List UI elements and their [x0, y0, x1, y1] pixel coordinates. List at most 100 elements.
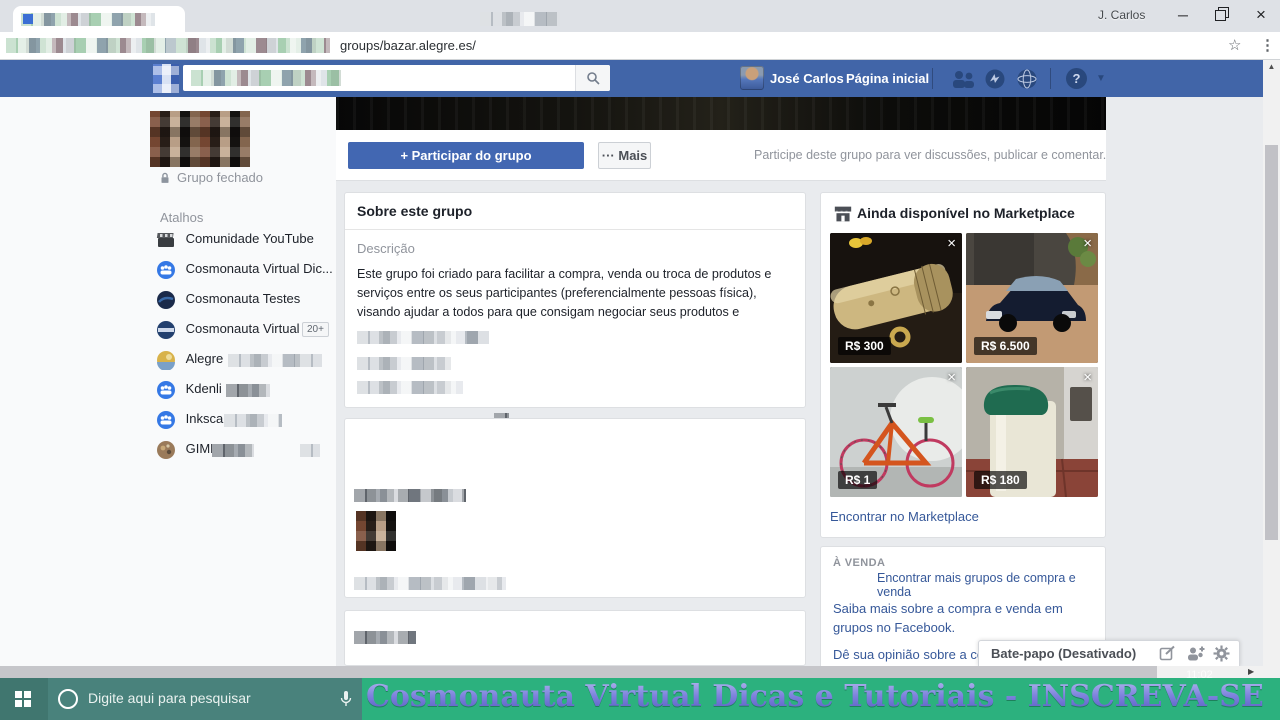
cortana-icon	[58, 689, 78, 709]
feedback-link[interactable]: Dê sua opinião sobre a com	[833, 647, 993, 662]
censored-text-line	[357, 357, 451, 370]
restore-icon-front	[1215, 10, 1226, 21]
sidebar-item-cosmonauta-virtual-dicas[interactable]: Cosmonauta Virtual Dic...	[156, 260, 333, 280]
sidebar-item-cosmonauta-testes[interactable]: Cosmonauta Testes	[156, 290, 300, 310]
taskbar-search-box[interactable]: Digite aqui para pesquisar	[48, 678, 362, 720]
censored-toolbar-items	[6, 38, 330, 53]
join-group-button[interactable]: + Participar do grupo	[348, 142, 584, 169]
bookmark-star-icon[interactable]: ☆	[1228, 36, 1241, 54]
storefront-icon	[834, 206, 852, 222]
minimize-button[interactable]: ─	[1166, 0, 1200, 30]
help-icon[interactable]: ?	[1066, 68, 1087, 89]
sidebar-item-label: Inksca	[185, 411, 224, 427]
sidebar-item-label: Comunidade YouTube	[185, 231, 314, 247]
censored-text-line	[357, 331, 489, 344]
url-text[interactable]: groups/bazar.alegre.es/	[340, 38, 476, 53]
search-icon	[587, 72, 600, 85]
sidebar-item-inkscape[interactable]: Inksca	[156, 410, 282, 430]
censored-block	[224, 414, 282, 427]
censored-search-text	[191, 70, 341, 86]
close-icon[interactable]: ×	[1083, 369, 1092, 386]
marketplace-item[interactable]: × R$ 1	[830, 367, 962, 497]
marketplace-card: Ainda disponível no Marketplace × R$ 300…	[820, 192, 1106, 538]
facebook-search-input[interactable]	[183, 65, 610, 91]
scroll-up-icon[interactable]: ▲	[1263, 62, 1280, 71]
windows-taskbar: Digite aqui para pesquisar Cosmonauta Vi…	[0, 678, 1280, 720]
start-button[interactable]	[0, 678, 48, 720]
marketplace-item[interactable]: × R$ 180	[966, 367, 1098, 497]
header-home-link[interactable]: Página inicial	[846, 71, 929, 86]
censored-text-line	[354, 631, 416, 644]
chat-bar[interactable]: Bate-papo (Desativado)	[978, 640, 1240, 666]
search-button[interactable]	[575, 65, 610, 91]
restore-button[interactable]	[1204, 0, 1238, 30]
censored-block	[228, 354, 302, 367]
description-text: Este grupo foi criado para facilitar a c…	[357, 267, 772, 319]
microphone-icon[interactable]	[340, 690, 352, 708]
sidebar-item-label: Cosmonauta Testes	[185, 291, 301, 307]
avatar[interactable]	[740, 66, 764, 90]
sidebar-item-kdenlive[interactable]: Kdenli	[156, 380, 270, 400]
windows-logo-icon	[15, 700, 22, 707]
taskbar-clock: 11:02	[1186, 669, 1213, 681]
close-icon[interactable]: ×	[947, 369, 956, 386]
sidebar-item-label: Cosmonauta Virtual Dic...	[185, 261, 333, 277]
vertical-scrollbar[interactable]: ▲	[1263, 60, 1280, 666]
scroll-right-icon[interactable]: ▶	[1248, 667, 1254, 676]
messenger-icon[interactable]	[984, 68, 1006, 90]
sidebar-item-cosmonauta-virtual[interactable]: Cosmonauta Virtual 20+	[156, 320, 329, 340]
post-card	[344, 418, 806, 598]
close-button[interactable]: ×	[1244, 0, 1278, 30]
horizontal-scrollbar[interactable]: ▶	[0, 666, 1280, 678]
screen: { "browser": { "profile_name": "J. Carlo…	[0, 0, 1280, 720]
taskbar-search-placeholder: Digite aqui para pesquisar	[88, 690, 251, 706]
censored-author-line	[354, 489, 466, 502]
shortcuts-title: Atalhos	[160, 210, 204, 225]
censored-tab-title	[21, 13, 155, 26]
about-group-card: Sobre este grupo Descrição Este grupo fo…	[344, 192, 806, 408]
sidebar-item-alegre[interactable]: Alegre	[156, 350, 322, 371]
sidebar-item-comunidade-youtube[interactable]: Comunidade YouTube	[156, 230, 314, 250]
group-art-icon	[157, 441, 175, 459]
marketplace-item[interactable]: × R$ 300	[830, 233, 962, 363]
horizontal-scroll-thumb[interactable]	[0, 666, 1157, 678]
notifications-globe-icon[interactable]	[1016, 68, 1038, 90]
watermark-text: Cosmonauta Virtual Dicas e Tutoriais - I…	[366, 679, 1264, 714]
gear-icon[interactable]	[1213, 645, 1230, 662]
group-privacy-label: Grupo fechado	[177, 170, 264, 185]
friend-requests-icon[interactable]	[950, 69, 976, 89]
close-icon[interactable]: ×	[1083, 235, 1092, 252]
chat-label: Bate-papo (Desativado)	[991, 646, 1137, 661]
censored-group-photo	[150, 111, 250, 167]
group-cover-photo[interactable]	[336, 97, 1106, 130]
clapperboard-icon	[156, 233, 174, 247]
censored-block	[300, 444, 320, 457]
find-marketplace-link[interactable]: Encontrar no Marketplace	[830, 509, 979, 524]
divider	[1050, 68, 1051, 89]
group-people-icon	[157, 381, 175, 399]
marketplace-item[interactable]: × R$ 6.500	[966, 233, 1098, 363]
browser-menu-icon[interactable]: ⋮	[1260, 36, 1275, 54]
description-label: Descrição	[357, 241, 415, 256]
group-stripe-icon	[157, 321, 175, 339]
sidebar-item-gimp[interactable]: GIMP	[156, 440, 320, 460]
price-badge: R$ 6.500	[974, 337, 1037, 355]
windows-logo-icon	[24, 691, 31, 698]
divider	[345, 229, 805, 230]
browser-tab[interactable]	[13, 6, 185, 32]
group-globe-icon	[157, 291, 175, 309]
new-message-icon[interactable]	[1159, 645, 1176, 662]
chat-people-icon[interactable]	[1186, 645, 1205, 662]
close-icon[interactable]: ×	[947, 235, 956, 252]
learn-more-link[interactable]: Saiba mais sobre a compra e venda em gru…	[833, 599, 1085, 637]
group-people-icon	[157, 261, 175, 279]
more-button[interactable]: ··· Mais	[598, 142, 651, 169]
unread-badge: 20+	[302, 322, 329, 337]
post-card	[344, 610, 806, 666]
censored-block	[226, 384, 270, 397]
vertical-scroll-thumb[interactable]	[1265, 145, 1278, 540]
sidebar-item-label: Kdenli	[185, 381, 222, 397]
chevron-down-icon[interactable]: ▼	[1096, 73, 1106, 84]
header-user-name[interactable]: José Carlos	[770, 71, 844, 86]
more-groups-link[interactable]: Encontrar mais grupos de compra e venda	[877, 571, 1105, 599]
